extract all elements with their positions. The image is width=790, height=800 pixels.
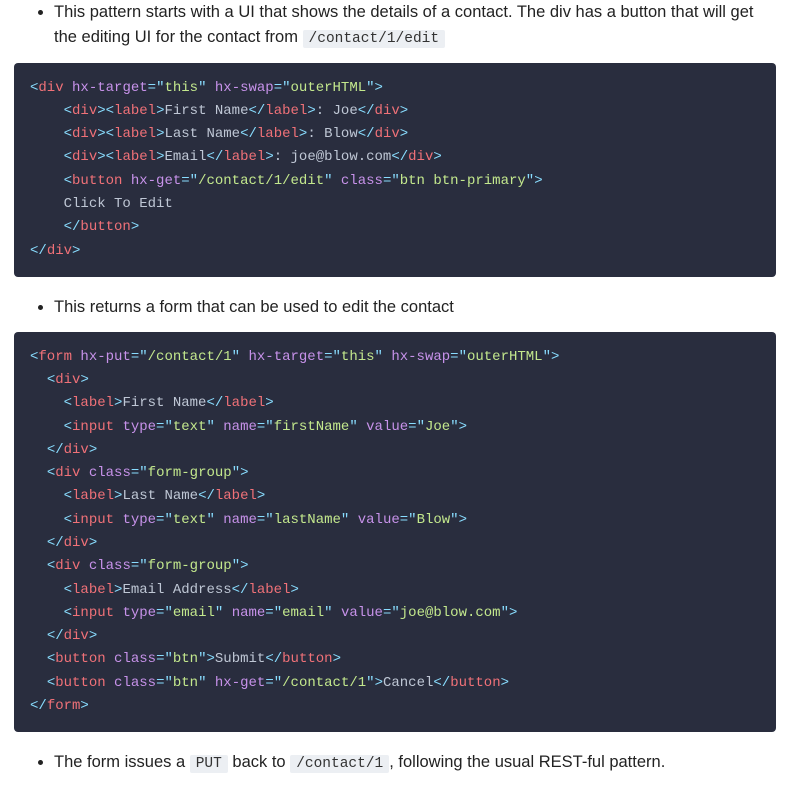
bullet-list-1: This pattern starts with a UI that shows…: [14, 0, 776, 51]
bullet-list-2: This returns a form that can be used to …: [14, 295, 776, 320]
bullet-3-text-a: The form issues a: [54, 753, 190, 771]
bullet-3: The form issues a PUT back to /contact/1…: [54, 750, 776, 776]
inline-code-put: PUT: [190, 755, 228, 773]
bullet-1: This pattern starts with a UI that shows…: [54, 0, 776, 51]
inline-code-path-contact: /contact/1: [290, 755, 389, 773]
code-block-2: <form hx-put="/contact/1" hx-target="thi…: [14, 332, 776, 733]
code-block-1: <div hx-target="this" hx-swap="outerHTML…: [14, 63, 776, 277]
bullet-3-text-c: , following the usual REST-ful pattern.: [389, 753, 665, 771]
bullet-3-text-b: back to: [228, 753, 290, 771]
bullet-list-3: The form issues a PUT back to /contact/1…: [14, 750, 776, 776]
inline-code-path-edit: /contact/1/edit: [303, 30, 446, 48]
bullet-2: This returns a form that can be used to …: [54, 295, 776, 320]
document-body: This pattern starts with a UI that shows…: [0, 0, 790, 800]
bullet-2-text: This returns a form that can be used to …: [54, 298, 454, 316]
